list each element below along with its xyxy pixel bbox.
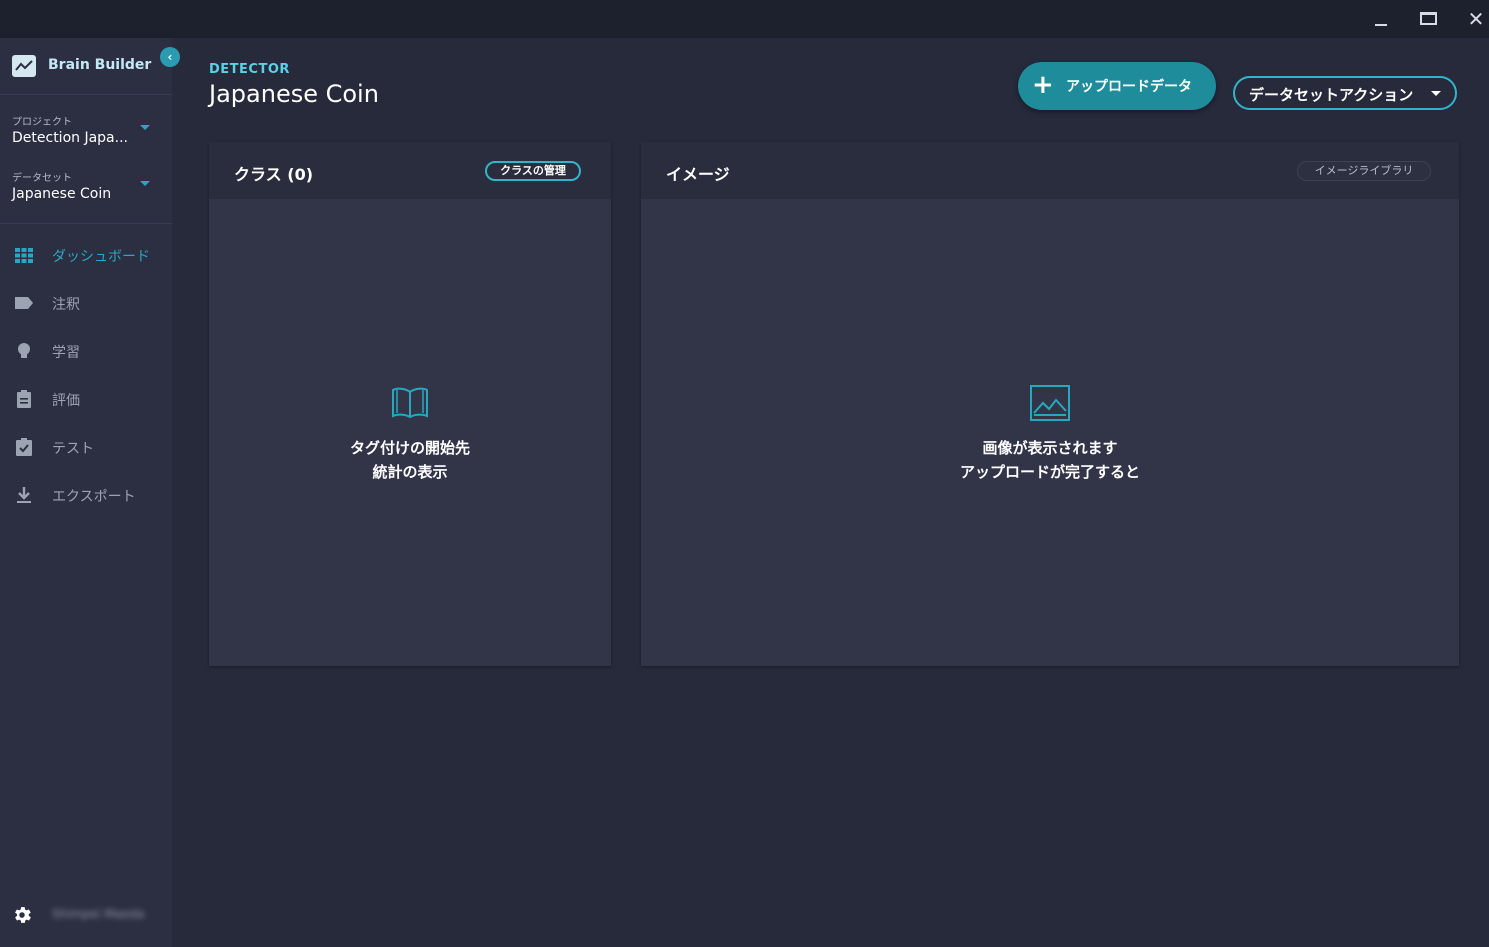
dataset-actions-label: データセットアクション: [1249, 86, 1414, 104]
sidebar-nav: ダッシュボード 注釈 学習 評価 テスト エクスポート: [0, 231, 172, 519]
user-account[interactable]: Shimpei Maeda: [0, 900, 172, 932]
image-placeholder-icon: [1030, 385, 1070, 421]
window-titlebar: ✕: [0, 0, 1489, 38]
chevron-down-icon: [140, 125, 150, 130]
project-value: Detection Japa...: [12, 130, 128, 146]
dataset-value: Japanese Coin: [12, 186, 112, 202]
images-empty-line2: アップロードが完了すると: [959, 463, 1140, 481]
sidebar-item-label: ダッシュボード: [52, 249, 150, 265]
sidebar-item-training[interactable]: 学習: [0, 327, 172, 375]
sidebar-item-annotation[interactable]: 注釈: [0, 279, 172, 327]
chevron-down-icon: [1431, 91, 1441, 96]
classes-card: クラス (0) クラスの管理 タグ付けの開始先 統計の表示: [209, 142, 611, 666]
dataset-selector[interactable]: データセット Japanese Coin: [0, 164, 172, 220]
minimize-button[interactable]: [1366, 6, 1394, 32]
project-label: プロジェクト: [12, 117, 72, 128]
images-card-header: イメージ イメージライブラリ: [641, 142, 1459, 199]
brand[interactable]: Brain Builder: [0, 38, 172, 95]
upload-data-label: アップロードデータ: [1066, 79, 1192, 95]
open-book-icon: [392, 387, 428, 418]
sidebar-item-dashboard[interactable]: ダッシュボード: [0, 231, 172, 279]
maximize-icon: [1420, 12, 1437, 25]
clipboard-check-icon: [16, 438, 32, 456]
sidebar-item-export[interactable]: エクスポート: [0, 471, 172, 519]
main-content: DETECTOR Japanese Coin + アップロードデータ データセッ…: [172, 38, 1489, 947]
brand-logo-icon: [12, 55, 36, 77]
manage-classes-button[interactable]: クラスの管理: [485, 161, 581, 181]
sidebar-item-label: 注釈: [52, 297, 80, 313]
sidebar-item-evaluation[interactable]: 評価: [0, 375, 172, 423]
chevron-down-icon: [140, 181, 150, 186]
divider: [0, 223, 172, 224]
upload-data-button[interactable]: + アップロードデータ: [1018, 62, 1216, 110]
classes-empty-line1: タグ付けの開始先: [349, 439, 470, 457]
collapse-sidebar-button[interactable]: ‹: [160, 47, 180, 67]
classes-card-title: クラス (0): [234, 165, 314, 184]
sidebar-item-label: 評価: [52, 393, 80, 409]
images-card: イメージ イメージライブラリ 画像が表示されます アップロードが完了すると: [641, 142, 1459, 666]
clipboard-icon: [17, 390, 31, 408]
image-library-button[interactable]: イメージライブラリ: [1297, 161, 1431, 181]
dataset-label: データセット: [12, 173, 72, 184]
chevron-left-icon: ‹: [167, 50, 173, 64]
gear-icon[interactable]: [11, 904, 33, 926]
download-icon: [17, 487, 31, 503]
user-name: Shimpei Maeda: [52, 907, 145, 921]
dashboard-grid-icon: [15, 248, 33, 263]
sidebar-item-label: 学習: [52, 345, 80, 361]
page-kicker: DETECTOR: [209, 62, 290, 77]
classes-empty-line2: 統計の表示: [372, 463, 448, 481]
plus-icon: +: [1032, 70, 1054, 100]
sidebar-item-label: エクスポート: [52, 489, 136, 505]
classes-card-header: クラス (0) クラスの管理: [209, 142, 611, 199]
sidebar-item-label: テスト: [52, 441, 94, 457]
tag-icon: [15, 297, 33, 309]
maximize-button[interactable]: [1414, 6, 1442, 32]
lightbulb-icon: [18, 343, 30, 358]
dataset-actions-button[interactable]: データセットアクション: [1233, 76, 1457, 110]
minimize-icon: [1375, 24, 1387, 26]
project-selector[interactable]: プロジェクト Detection Japa...: [0, 108, 172, 164]
sidebar-item-test[interactable]: テスト: [0, 423, 172, 471]
close-button[interactable]: ✕: [1462, 6, 1489, 32]
images-card-title: イメージ: [666, 165, 730, 184]
brand-name: Brain Builder: [48, 57, 152, 73]
sidebar: Brain Builder プロジェクト Detection Japa... デ…: [0, 38, 172, 947]
images-empty-line1: 画像が表示されます: [982, 439, 1118, 457]
page-title: Japanese Coin: [209, 80, 379, 108]
